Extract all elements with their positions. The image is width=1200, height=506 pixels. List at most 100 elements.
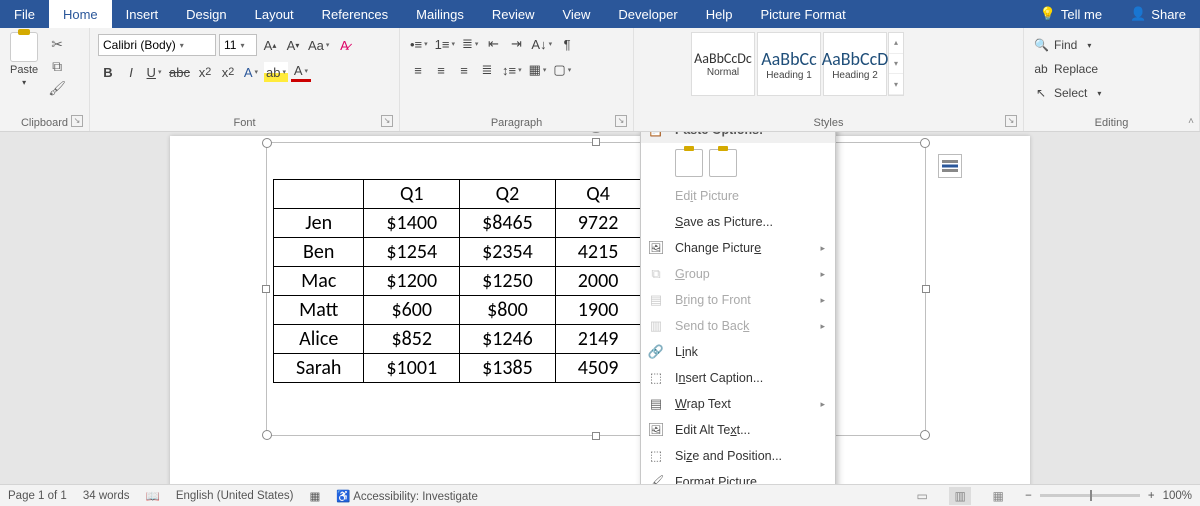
change-case-button[interactable]: Aa (306, 35, 331, 55)
ctx-change-picture[interactable]: 🖼Change Picture▸ (641, 235, 835, 261)
font-dialog-launcher[interactable]: ↘ (381, 115, 393, 127)
resize-handle-se[interactable] (920, 430, 930, 440)
increase-indent-button[interactable]: ⇥ (506, 34, 526, 54)
style-normal[interactable]: AaBbCcDcNormal (691, 32, 755, 96)
underline-button[interactable]: U (144, 62, 164, 82)
resize-handle-sw[interactable] (262, 430, 272, 440)
tab-insert[interactable]: Insert (112, 0, 173, 28)
paste-option-picture[interactable] (709, 149, 737, 177)
ctx-wrap-text[interactable]: ▤Wrap Text▸ (641, 391, 835, 417)
paste-option-keep-source[interactable] (675, 149, 703, 177)
status-spellcheck-icon[interactable]: 📖 (146, 489, 160, 503)
tab-help[interactable]: Help (692, 0, 747, 28)
sort-button[interactable]: A↓ (529, 34, 554, 54)
page[interactable]: Q1 Q2 Q4 Jen$1400$84659722 Ben$1254$2354… (170, 136, 1030, 484)
tab-home[interactable]: Home (49, 0, 112, 28)
caption-icon: ⬚ (647, 370, 665, 386)
replace-button[interactable]: abReplace (1030, 58, 1105, 80)
tab-view[interactable]: View (548, 0, 604, 28)
ctx-link[interactable]: 🔗Link (641, 339, 835, 365)
justify-button[interactable]: ≣ (477, 60, 497, 80)
resize-handle-e[interactable] (922, 285, 930, 293)
tab-design[interactable]: Design (172, 0, 240, 28)
view-web-layout[interactable]: ▦ (987, 487, 1009, 505)
tab-file[interactable]: File (0, 0, 49, 28)
tab-references[interactable]: References (308, 0, 402, 28)
zoom-value[interactable]: 100% (1163, 490, 1192, 502)
font-size-combo[interactable]: 11▾ (219, 34, 257, 56)
ctx-edit-alt-text[interactable]: 🖼Edit Alt Text... (641, 417, 835, 443)
status-language[interactable]: English (United States) (176, 490, 294, 502)
ctx-format-picture[interactable]: 🖌Format Picture... (641, 469, 835, 484)
clear-formatting-button[interactable]: A̷ (334, 35, 354, 55)
tab-layout[interactable]: Layout (241, 0, 308, 28)
shrink-font-button[interactable]: A▾ (283, 35, 303, 55)
multilevel-button[interactable]: ≣ (460, 34, 480, 54)
tab-developer[interactable]: Developer (604, 0, 691, 28)
zoom-slider[interactable] (1040, 494, 1140, 497)
strikethrough-button[interactable]: abc (167, 62, 192, 82)
format-painter-icon[interactable]: 🖌 (48, 80, 66, 98)
ctx-insert-caption[interactable]: ⬚Insert Caption... (641, 365, 835, 391)
tab-mailings[interactable]: Mailings (402, 0, 478, 28)
superscript-button[interactable]: x2 (218, 62, 238, 82)
subscript-button[interactable]: x2 (195, 62, 215, 82)
bullets-button[interactable]: •≡ (408, 34, 430, 54)
style-heading-2[interactable]: AaBbCcDHeading 2 (823, 32, 887, 96)
share-button[interactable]: 👤Share (1116, 0, 1200, 28)
cut-icon[interactable]: ✂ (48, 36, 66, 54)
align-center-button[interactable]: ≡ (431, 60, 451, 80)
show-marks-button[interactable]: ¶ (557, 34, 577, 54)
resize-handle-nw[interactable] (262, 138, 272, 148)
find-button[interactable]: 🔍Find▾ (1030, 34, 1105, 56)
layout-options-button[interactable] (938, 154, 962, 178)
text-effects-button[interactable]: A (241, 62, 261, 82)
status-accessibility[interactable]: ♿ Accessibility: Investigate (336, 489, 478, 503)
rotate-handle[interactable] (588, 132, 604, 133)
table-row: Sarah$1001$13854509 (274, 354, 641, 383)
styles-more[interactable]: ▾ (889, 74, 903, 95)
resize-handle-ne[interactable] (920, 138, 930, 148)
numbering-button[interactable]: 1≡ (433, 34, 457, 54)
font-name-combo[interactable]: Calibri (Body)▾ (98, 34, 216, 56)
styles-dialog-launcher[interactable]: ↘ (1005, 115, 1017, 127)
bring-front-icon: ▤ (647, 292, 665, 308)
highlight-button[interactable]: ab (264, 62, 288, 82)
ctx-save-as-picture[interactable]: Save as Picture... (641, 209, 835, 235)
clipboard-dialog-launcher[interactable]: ↘ (71, 115, 83, 127)
align-left-button[interactable]: ≡ (408, 60, 428, 80)
resize-handle-n[interactable] (592, 138, 600, 146)
status-macros-icon[interactable]: ▦ (309, 489, 320, 503)
resize-handle-s[interactable] (592, 432, 600, 440)
italic-button[interactable]: I (121, 62, 141, 82)
zoom-out-button[interactable]: − (1025, 490, 1032, 502)
collapse-ribbon-button[interactable]: ˄ (1188, 116, 1194, 127)
status-words[interactable]: 34 words (83, 490, 130, 502)
tab-review[interactable]: Review (478, 0, 549, 28)
tab-picture-format[interactable]: Picture Format (746, 0, 859, 28)
grow-font-button[interactable]: A▴ (260, 35, 280, 55)
share-label: Share (1151, 7, 1186, 22)
borders-button[interactable]: ▢ (551, 60, 573, 80)
tell-me[interactable]: 💡Tell me (1026, 0, 1116, 28)
paragraph-dialog-launcher[interactable]: ↘ (615, 115, 627, 127)
shading-button[interactable]: ▦ (527, 60, 549, 80)
font-color-button[interactable]: A (291, 62, 311, 82)
style-heading-1[interactable]: AaBbCcHeading 1 (757, 32, 821, 96)
status-page[interactable]: Page 1 of 1 (8, 490, 67, 502)
decrease-indent-button[interactable]: ⇤ (483, 34, 503, 54)
view-read-mode[interactable]: ▭ (911, 487, 933, 505)
line-spacing-button[interactable]: ↕≡ (500, 60, 524, 80)
align-right-button[interactable]: ≡ (454, 60, 474, 80)
paste-icon: 📋 (647, 132, 665, 138)
styles-scroll-up[interactable]: ▴ (889, 33, 903, 54)
bold-button[interactable]: B (98, 62, 118, 82)
view-print-layout[interactable]: ▥ (949, 487, 971, 505)
ctx-size-position[interactable]: ⬚Size and Position... (641, 443, 835, 469)
select-button[interactable]: ↖Select▾ (1030, 82, 1105, 104)
styles-scroll-down[interactable]: ▾ (889, 54, 903, 75)
paste-button[interactable]: Paste▾ (10, 32, 38, 88)
resize-handle-w[interactable] (262, 285, 270, 293)
zoom-in-button[interactable]: + (1148, 490, 1155, 502)
copy-icon[interactable]: ⧉ (48, 58, 66, 76)
